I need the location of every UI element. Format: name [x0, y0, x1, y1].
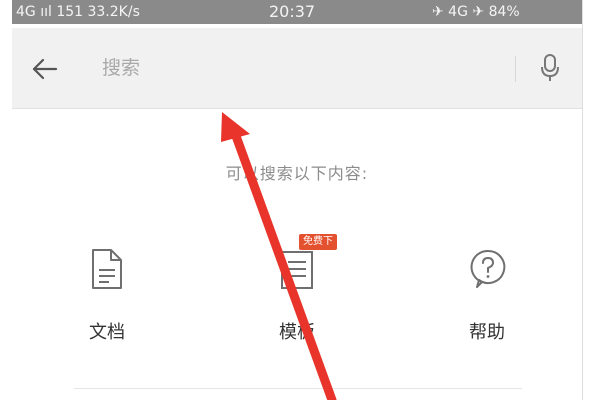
arrow-left-icon	[32, 58, 58, 80]
category-document[interactable]: 文档	[57, 248, 157, 348]
bottom-divider	[74, 388, 522, 389]
search-input[interactable]	[102, 50, 502, 86]
voice-search-button[interactable]	[538, 52, 562, 84]
search-hint: 可以搜索以下内容:	[225, 164, 369, 183]
free-download-badge: 免费下	[299, 234, 337, 250]
document-icon	[92, 249, 122, 289]
back-button[interactable]	[28, 52, 62, 86]
category-template[interactable]: 免费下 模板	[247, 234, 347, 348]
status-time: 20:37	[269, 2, 316, 21]
question-circle-icon	[470, 249, 506, 288]
category-label: 帮助	[469, 322, 505, 343]
app-screen: 4G ııl 151 33.2K/s 20:37 ✈ 4G ✈ 84% 可以搜索…	[12, 0, 582, 400]
status-network: 4G ııl 151 33.2K/s	[16, 4, 140, 20]
category-label: 文档	[89, 322, 125, 343]
search-divider	[515, 56, 516, 82]
template-icon	[281, 251, 313, 289]
category-label: 模板	[279, 322, 315, 343]
search-bar	[12, 28, 582, 109]
status-bar: 4G ııl 151 33.2K/s 20:37 ✈ 4G ✈ 84%	[12, 0, 582, 24]
microphone-icon	[541, 54, 559, 81]
status-battery: ✈ 4G ✈ 84%	[432, 4, 520, 20]
screenshot-border	[582, 0, 583, 400]
category-help[interactable]: 帮助	[437, 248, 537, 348]
